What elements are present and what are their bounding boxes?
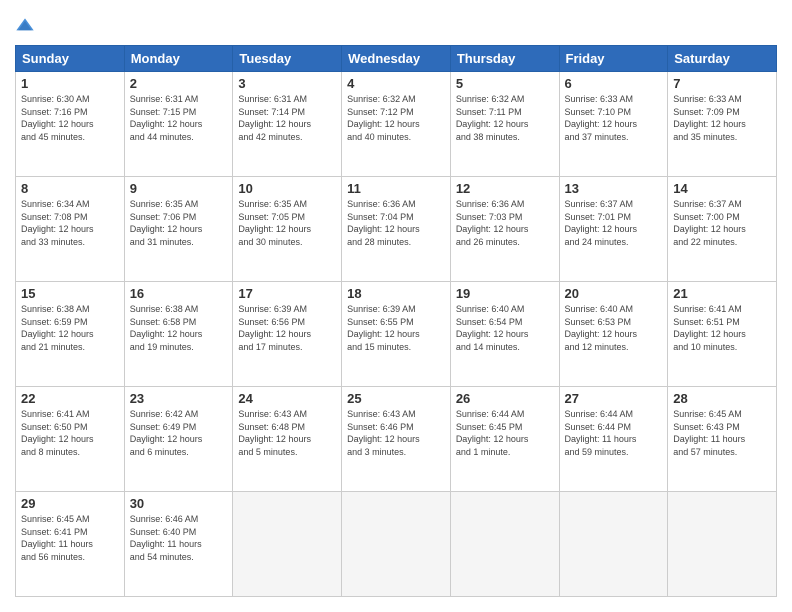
calendar-cell-24: 24Sunrise: 6:43 AMSunset: 6:48 PMDayligh… <box>233 387 342 492</box>
calendar-cell-29: 29Sunrise: 6:45 AMSunset: 6:41 PMDayligh… <box>16 492 125 597</box>
week-row-2: 8Sunrise: 6:34 AMSunset: 7:08 PMDaylight… <box>16 177 777 282</box>
calendar: SundayMondayTuesdayWednesdayThursdayFrid… <box>15 45 777 597</box>
week-row-3: 15Sunrise: 6:38 AMSunset: 6:59 PMDayligh… <box>16 282 777 387</box>
calendar-cell-17: 17Sunrise: 6:39 AMSunset: 6:56 PMDayligh… <box>233 282 342 387</box>
calendar-cell-14: 14Sunrise: 6:37 AMSunset: 7:00 PMDayligh… <box>668 177 777 282</box>
logo <box>15 15 39 35</box>
calendar-cell-19: 19Sunrise: 6:40 AMSunset: 6:54 PMDayligh… <box>450 282 559 387</box>
weekday-header-friday: Friday <box>559 46 668 72</box>
week-row-4: 22Sunrise: 6:41 AMSunset: 6:50 PMDayligh… <box>16 387 777 492</box>
calendar-cell-3: 3Sunrise: 6:31 AMSunset: 7:14 PMDaylight… <box>233 72 342 177</box>
weekday-header-tuesday: Tuesday <box>233 46 342 72</box>
calendar-cell-21: 21Sunrise: 6:41 AMSunset: 6:51 PMDayligh… <box>668 282 777 387</box>
calendar-cell-4: 4Sunrise: 6:32 AMSunset: 7:12 PMDaylight… <box>342 72 451 177</box>
calendar-cell-25: 25Sunrise: 6:43 AMSunset: 6:46 PMDayligh… <box>342 387 451 492</box>
weekday-header-thursday: Thursday <box>450 46 559 72</box>
calendar-cell-16: 16Sunrise: 6:38 AMSunset: 6:58 PMDayligh… <box>124 282 233 387</box>
weekday-header-wednesday: Wednesday <box>342 46 451 72</box>
calendar-cell-5: 5Sunrise: 6:32 AMSunset: 7:11 PMDaylight… <box>450 72 559 177</box>
calendar-cell-22: 22Sunrise: 6:41 AMSunset: 6:50 PMDayligh… <box>16 387 125 492</box>
calendar-cell-28: 28Sunrise: 6:45 AMSunset: 6:43 PMDayligh… <box>668 387 777 492</box>
weekday-header-monday: Monday <box>124 46 233 72</box>
calendar-cell-10: 10Sunrise: 6:35 AMSunset: 7:05 PMDayligh… <box>233 177 342 282</box>
week-row-1: 1Sunrise: 6:30 AMSunset: 7:16 PMDaylight… <box>16 72 777 177</box>
calendar-cell-empty-4-4 <box>450 492 559 597</box>
calendar-cell-9: 9Sunrise: 6:35 AMSunset: 7:06 PMDaylight… <box>124 177 233 282</box>
calendar-cell-empty-4-6 <box>668 492 777 597</box>
calendar-cell-6: 6Sunrise: 6:33 AMSunset: 7:10 PMDaylight… <box>559 72 668 177</box>
calendar-cell-8: 8Sunrise: 6:34 AMSunset: 7:08 PMDaylight… <box>16 177 125 282</box>
calendar-cell-30: 30Sunrise: 6:46 AMSunset: 6:40 PMDayligh… <box>124 492 233 597</box>
calendar-cell-empty-4-5 <box>559 492 668 597</box>
calendar-cell-20: 20Sunrise: 6:40 AMSunset: 6:53 PMDayligh… <box>559 282 668 387</box>
calendar-cell-empty-4-3 <box>342 492 451 597</box>
calendar-cell-2: 2Sunrise: 6:31 AMSunset: 7:15 PMDaylight… <box>124 72 233 177</box>
calendar-cell-23: 23Sunrise: 6:42 AMSunset: 6:49 PMDayligh… <box>124 387 233 492</box>
weekday-header-sunday: Sunday <box>16 46 125 72</box>
page: SundayMondayTuesdayWednesdayThursdayFrid… <box>0 0 792 612</box>
logo-icon <box>15 15 35 35</box>
calendar-cell-13: 13Sunrise: 6:37 AMSunset: 7:01 PMDayligh… <box>559 177 668 282</box>
weekday-header-saturday: Saturday <box>668 46 777 72</box>
calendar-cell-26: 26Sunrise: 6:44 AMSunset: 6:45 PMDayligh… <box>450 387 559 492</box>
calendar-cell-12: 12Sunrise: 6:36 AMSunset: 7:03 PMDayligh… <box>450 177 559 282</box>
header <box>15 15 777 35</box>
calendar-cell-27: 27Sunrise: 6:44 AMSunset: 6:44 PMDayligh… <box>559 387 668 492</box>
calendar-cell-1: 1Sunrise: 6:30 AMSunset: 7:16 PMDaylight… <box>16 72 125 177</box>
calendar-cell-18: 18Sunrise: 6:39 AMSunset: 6:55 PMDayligh… <box>342 282 451 387</box>
calendar-cell-7: 7Sunrise: 6:33 AMSunset: 7:09 PMDaylight… <box>668 72 777 177</box>
calendar-cell-11: 11Sunrise: 6:36 AMSunset: 7:04 PMDayligh… <box>342 177 451 282</box>
week-row-5: 29Sunrise: 6:45 AMSunset: 6:41 PMDayligh… <box>16 492 777 597</box>
calendar-cell-15: 15Sunrise: 6:38 AMSunset: 6:59 PMDayligh… <box>16 282 125 387</box>
calendar-cell-empty-4-2 <box>233 492 342 597</box>
weekday-header-row: SundayMondayTuesdayWednesdayThursdayFrid… <box>16 46 777 72</box>
